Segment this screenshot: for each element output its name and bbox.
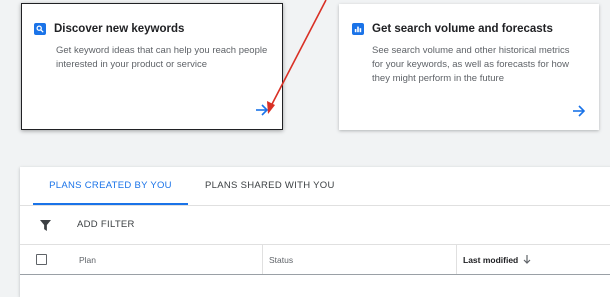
column-header-last-modified-label: Last modified [463, 254, 519, 265]
column-header-last-modified[interactable]: Last modified [456, 245, 531, 274]
discover-keywords-card[interactable]: Discover new keywords Get keyword ideas … [21, 3, 283, 130]
card-description: See search volume and other historical m… [372, 45, 570, 84]
tab-plans-shared[interactable]: PLANS SHARED WITH YOU [205, 167, 335, 204]
table-header: Plan Status Last modified [20, 245, 610, 275]
filter-bar: ADD FILTER [20, 206, 610, 245]
card-title-text: Discover new keywords [54, 23, 185, 35]
card-title-text: Get search volume and forecasts [372, 23, 553, 35]
search-icon [34, 23, 46, 35]
arrow-down-icon [523, 255, 531, 264]
plans-panel: PLANS CREATED BY YOU PLANS SHARED WITH Y… [20, 167, 610, 297]
search-volume-card[interactable]: Get search volume and forecasts See sear… [339, 4, 599, 130]
add-filter-button[interactable]: ADD FILTER [77, 219, 135, 230]
bar-chart-icon [352, 23, 364, 35]
filter-icon[interactable] [40, 220, 51, 231]
plans-tabs: PLANS CREATED BY YOU PLANS SHARED WITH Y… [20, 167, 610, 206]
tab-plans-created[interactable]: PLANS CREATED BY YOU [33, 167, 188, 205]
discover-keywords-title: Discover new keywords [34, 23, 184, 35]
arrow-right-icon[interactable] [254, 103, 270, 117]
column-header-plan[interactable]: Plan [79, 245, 96, 274]
arrow-right-icon[interactable] [571, 104, 587, 118]
column-header-status[interactable]: Status [262, 245, 293, 274]
card-description: Get keyword ideas that can help you reac… [56, 45, 268, 70]
select-all-checkbox[interactable] [36, 254, 47, 265]
search-volume-title: Get search volume and forecasts [352, 23, 553, 35]
